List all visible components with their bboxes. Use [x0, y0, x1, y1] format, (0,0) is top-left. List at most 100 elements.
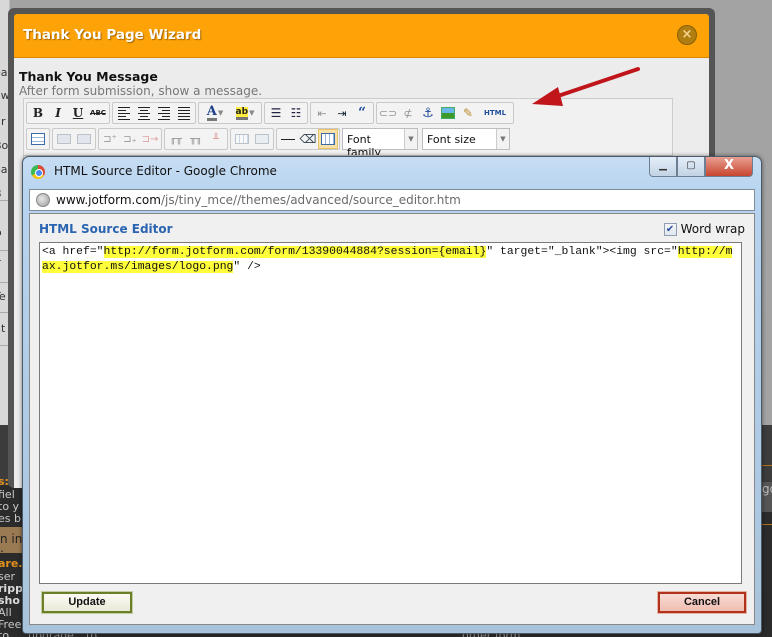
bg-text: x: [0, 40, 1, 53]
merge-cells-icon: [255, 134, 269, 144]
merge-cells-button[interactable]: [252, 129, 272, 149]
delete-row-icon: ⊐→: [141, 133, 159, 145]
insert-image-button[interactable]: [438, 103, 458, 123]
align-left-button[interactable]: [114, 103, 134, 123]
font-family-value: Font family: [347, 133, 381, 159]
bold-button[interactable]: B: [28, 103, 48, 123]
insert-col-after-button[interactable]: ╥╖: [186, 129, 206, 149]
chevron-down-icon: ▼: [217, 109, 224, 117]
html-source-editor-window: HTML Source Editor - Google Chrome ▁ ▢ X…: [22, 156, 762, 634]
horizontal-rule-icon: [281, 138, 295, 140]
bg-text: nt: [0, 322, 6, 335]
insert-link-button[interactable]: ⊂⊃: [378, 103, 398, 123]
italic-button[interactable]: I: [48, 103, 68, 123]
insert-table-button[interactable]: [318, 129, 338, 149]
indent-button[interactable]: ⇥: [332, 103, 352, 123]
align-center-icon: [138, 106, 150, 120]
window-titlebar[interactable]: HTML Source Editor - Google Chrome ▁ ▢ X: [23, 157, 761, 187]
numbered-list-button[interactable]: ☷: [286, 103, 306, 123]
toolbar-row-2: ⊐⁺ ⊐₊ ⊐→ ╓╥ ╥╖ ╨ ⌫ Font family ▼ Font si…: [26, 127, 514, 159]
toolbar-group-align: [112, 102, 196, 124]
eraser-icon: ⌫: [299, 132, 317, 146]
toolbar-group-misc: ⌫: [276, 128, 340, 150]
source-text: " />: [233, 261, 261, 273]
bg-text: ur: [0, 115, 6, 128]
bg-text: oa: [0, 163, 8, 176]
cleanup-button[interactable]: ✎: [458, 103, 478, 123]
horizontal-rule-button[interactable]: [278, 129, 298, 149]
align-center-button[interactable]: [134, 103, 154, 123]
html-source-button[interactable]: HTML: [478, 103, 512, 123]
underline-button[interactable]: U: [68, 103, 88, 123]
bg-text: go: [762, 482, 772, 496]
insert-col-before-button[interactable]: ╓╥: [166, 129, 186, 149]
close-icon[interactable]: ×: [677, 25, 697, 45]
bg-text: n in :: [0, 532, 23, 553]
url-text: www.jotform.com/js/tiny_mce//themes/adva…: [56, 193, 461, 207]
font-color-button[interactable]: A ▼: [200, 103, 230, 123]
anchor-icon: ⚓: [422, 105, 434, 121]
url-host: www.jotform.com: [56, 193, 161, 207]
word-wrap-option[interactable]: ✔ Word wrap: [663, 222, 745, 236]
address-bar[interactable]: www.jotform.com/js/tiny_mce//themes/adva…: [29, 189, 755, 211]
underline-icon: U: [72, 106, 84, 120]
insert-row-after-button[interactable]: ⊐₊: [120, 129, 140, 149]
toolbar-group-rows: ⊐⁺ ⊐₊ ⊐→: [98, 128, 162, 150]
highlight-icon: ab: [235, 106, 249, 120]
insert-row-before-button[interactable]: ⊐⁺: [100, 129, 120, 149]
strikethrough-button[interactable]: ABC: [88, 103, 108, 123]
outdent-button[interactable]: ⇤: [312, 103, 332, 123]
align-right-button[interactable]: [154, 103, 174, 123]
split-cells-button[interactable]: [232, 129, 252, 149]
update-button[interactable]: Update: [42, 592, 132, 613]
bg-text: ea: [0, 66, 8, 79]
window-title: HTML Source Editor - Google Chrome: [54, 164, 277, 178]
align-justify-button[interactable]: [174, 103, 194, 123]
cancel-button[interactable]: Cancel: [658, 592, 746, 613]
align-left-icon: [118, 106, 130, 120]
image-icon: [441, 107, 455, 119]
section-subtitle: After form submission, show a message.: [19, 84, 263, 98]
row-props-button[interactable]: [54, 129, 74, 149]
unlink-button[interactable]: ⊄: [398, 103, 418, 123]
cell-props-icon: [77, 134, 91, 144]
bg-text: Te: [0, 290, 6, 303]
outdent-icon: ⇤: [317, 106, 327, 120]
font-size-value: Font size: [427, 133, 476, 146]
url-path: /js/tiny_mce//themes/advanced/source_edi…: [160, 193, 461, 207]
delete-col-button[interactable]: ╨: [206, 129, 226, 149]
font-size-select[interactable]: Font size ▼: [422, 128, 510, 150]
remove-format-button[interactable]: ⌫: [298, 129, 318, 149]
table-props-button[interactable]: [28, 129, 48, 149]
minimize-button[interactable]: ▁: [649, 157, 677, 177]
bullet-list-button[interactable]: ☰: [266, 103, 286, 123]
blockquote-button[interactable]: “: [352, 103, 372, 123]
chevron-down-icon: ▼: [404, 129, 417, 149]
row-before-icon: ⊐⁺: [103, 133, 117, 145]
bg-text: T: [0, 258, 1, 271]
source-editor-content: HTML Source Editor ✔ Word wrap <a href="…: [29, 213, 755, 625]
numbered-list-icon: ☷: [290, 106, 302, 120]
italic-icon: I: [55, 106, 61, 120]
bg-text: B: [0, 187, 2, 200]
window-close-button[interactable]: X: [705, 157, 753, 177]
font-family-select[interactable]: Font family ▼: [342, 128, 418, 159]
bg-text: o: [0, 226, 2, 239]
toolbar-group-indent: ⇤ ⇥ “: [310, 102, 374, 124]
html-source-textarea[interactable]: <a href="http://form.jotform.com/form/13…: [39, 242, 742, 584]
bg-login-button[interactable]: n in :: [0, 527, 24, 553]
html-icon: HTML: [483, 109, 507, 117]
bg-right-button[interactable]: go: [762, 482, 772, 512]
bg-text: g: [0, 16, 1, 29]
blockquote-icon: “: [357, 105, 367, 121]
section-title: Thank You Message: [19, 69, 158, 84]
restore-button[interactable]: ▢: [677, 157, 705, 177]
cell-props-button[interactable]: [74, 129, 94, 149]
highlight-color-button[interactable]: ab ▼: [230, 103, 260, 123]
delete-row-button[interactable]: ⊐→: [140, 129, 160, 149]
anchor-button[interactable]: ⚓: [418, 103, 438, 123]
word-wrap-checkbox[interactable]: ✔: [663, 222, 677, 236]
col-after-icon: ╥╖: [189, 133, 203, 145]
col-before-icon: ╓╥: [169, 133, 183, 145]
toolbar-group-text-style: B I U ABC: [26, 102, 110, 124]
